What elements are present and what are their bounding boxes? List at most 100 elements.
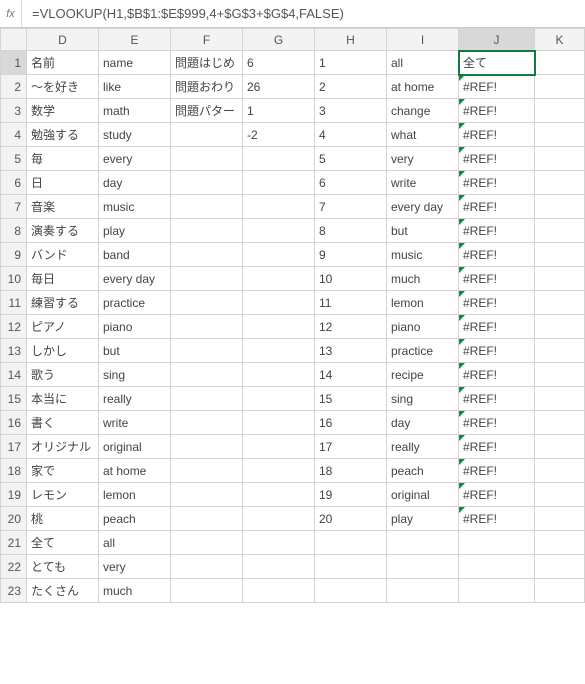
cell-E8[interactable]: play (99, 219, 171, 243)
row-header[interactable]: 9 (1, 243, 27, 267)
cell-F16[interactable] (171, 411, 243, 435)
cell-K22[interactable] (535, 555, 585, 579)
cell-H9[interactable]: 9 (315, 243, 387, 267)
cell-F3[interactable]: 問題パター (171, 99, 243, 123)
row-header[interactable]: 10 (1, 267, 27, 291)
cell-F15[interactable] (171, 387, 243, 411)
cell-D8[interactable]: 演奏する (27, 219, 99, 243)
cell-E12[interactable]: piano (99, 315, 171, 339)
cell-G14[interactable] (243, 363, 315, 387)
cell-H15[interactable]: 15 (315, 387, 387, 411)
cell-J11[interactable]: #REF! (459, 291, 535, 315)
cell-K2[interactable] (535, 75, 585, 99)
cell-H13[interactable]: 13 (315, 339, 387, 363)
cell-I15[interactable]: sing (387, 387, 459, 411)
cell-H7[interactable]: 7 (315, 195, 387, 219)
cell-H5[interactable]: 5 (315, 147, 387, 171)
cell-E3[interactable]: math (99, 99, 171, 123)
row-header[interactable]: 19 (1, 483, 27, 507)
cell-E16[interactable]: write (99, 411, 171, 435)
cell-D12[interactable]: ピアノ (27, 315, 99, 339)
col-header-G[interactable]: G (243, 29, 315, 51)
cell-G10[interactable] (243, 267, 315, 291)
cell-E5[interactable]: every (99, 147, 171, 171)
cell-H10[interactable]: 10 (315, 267, 387, 291)
row-header[interactable]: 1 (1, 51, 27, 75)
cell-J7[interactable]: #REF! (459, 195, 535, 219)
cell-G13[interactable] (243, 339, 315, 363)
cell-F13[interactable] (171, 339, 243, 363)
cell-D14[interactable]: 歌う (27, 363, 99, 387)
cell-G19[interactable] (243, 483, 315, 507)
cell-D17[interactable]: オリジナル (27, 435, 99, 459)
cell-I23[interactable] (387, 579, 459, 603)
cell-J12[interactable]: #REF! (459, 315, 535, 339)
cell-G12[interactable] (243, 315, 315, 339)
cell-F5[interactable] (171, 147, 243, 171)
cell-D21[interactable]: 全て (27, 531, 99, 555)
cell-J5[interactable]: #REF! (459, 147, 535, 171)
cell-K1[interactable] (535, 51, 585, 75)
cell-G2[interactable]: 26 (243, 75, 315, 99)
cell-D9[interactable]: バンド (27, 243, 99, 267)
cell-F8[interactable] (171, 219, 243, 243)
cell-I18[interactable]: peach (387, 459, 459, 483)
cell-J17[interactable]: #REF! (459, 435, 535, 459)
cell-J18[interactable]: #REF! (459, 459, 535, 483)
cell-D5[interactable]: 毎 (27, 147, 99, 171)
cell-H12[interactable]: 12 (315, 315, 387, 339)
cell-I13[interactable]: practice (387, 339, 459, 363)
cell-J21[interactable] (459, 531, 535, 555)
cell-K19[interactable] (535, 483, 585, 507)
cell-J20[interactable]: #REF! (459, 507, 535, 531)
cell-D22[interactable]: とても (27, 555, 99, 579)
cell-I16[interactable]: day (387, 411, 459, 435)
cell-K7[interactable] (535, 195, 585, 219)
col-header-I[interactable]: I (387, 29, 459, 51)
cell-D20[interactable]: 桃 (27, 507, 99, 531)
cell-F1[interactable]: 問題はじめ (171, 51, 243, 75)
cell-D15[interactable]: 本当に (27, 387, 99, 411)
cell-E22[interactable]: very (99, 555, 171, 579)
cell-H16[interactable]: 16 (315, 411, 387, 435)
cell-J2[interactable]: #REF! (459, 75, 535, 99)
cell-F2[interactable]: 問題おわり (171, 75, 243, 99)
cell-D4[interactable]: 勉強する (27, 123, 99, 147)
cell-K17[interactable] (535, 435, 585, 459)
cell-E21[interactable]: all (99, 531, 171, 555)
cell-I7[interactable]: every day (387, 195, 459, 219)
formula-input[interactable] (22, 0, 585, 27)
cell-E14[interactable]: sing (99, 363, 171, 387)
cell-E23[interactable]: much (99, 579, 171, 603)
row-header[interactable]: 16 (1, 411, 27, 435)
cell-D13[interactable]: しかし (27, 339, 99, 363)
cell-I4[interactable]: what (387, 123, 459, 147)
cell-J6[interactable]: #REF! (459, 171, 535, 195)
cell-F12[interactable] (171, 315, 243, 339)
cell-D23[interactable]: たくさん (27, 579, 99, 603)
cell-H4[interactable]: 4 (315, 123, 387, 147)
cell-J22[interactable] (459, 555, 535, 579)
cell-I5[interactable]: very (387, 147, 459, 171)
row-header[interactable]: 13 (1, 339, 27, 363)
cell-H3[interactable]: 3 (315, 99, 387, 123)
cell-F21[interactable] (171, 531, 243, 555)
cell-E2[interactable]: like (99, 75, 171, 99)
cell-I19[interactable]: original (387, 483, 459, 507)
spreadsheet-grid[interactable]: D E F G H I J K 1名前name問題はじめ61all全て2～を好き… (0, 28, 585, 603)
row-header[interactable]: 15 (1, 387, 27, 411)
cell-K18[interactable] (535, 459, 585, 483)
cell-I11[interactable]: lemon (387, 291, 459, 315)
cell-F19[interactable] (171, 483, 243, 507)
row-header[interactable]: 8 (1, 219, 27, 243)
fx-icon[interactable]: fx (0, 0, 22, 27)
cell-H6[interactable]: 6 (315, 171, 387, 195)
row-header[interactable]: 18 (1, 459, 27, 483)
cell-J16[interactable]: #REF! (459, 411, 535, 435)
cell-K11[interactable] (535, 291, 585, 315)
cell-J14[interactable]: #REF! (459, 363, 535, 387)
cell-G11[interactable] (243, 291, 315, 315)
cell-J9[interactable]: #REF! (459, 243, 535, 267)
cell-G1[interactable]: 6 (243, 51, 315, 75)
cell-D18[interactable]: 家で (27, 459, 99, 483)
